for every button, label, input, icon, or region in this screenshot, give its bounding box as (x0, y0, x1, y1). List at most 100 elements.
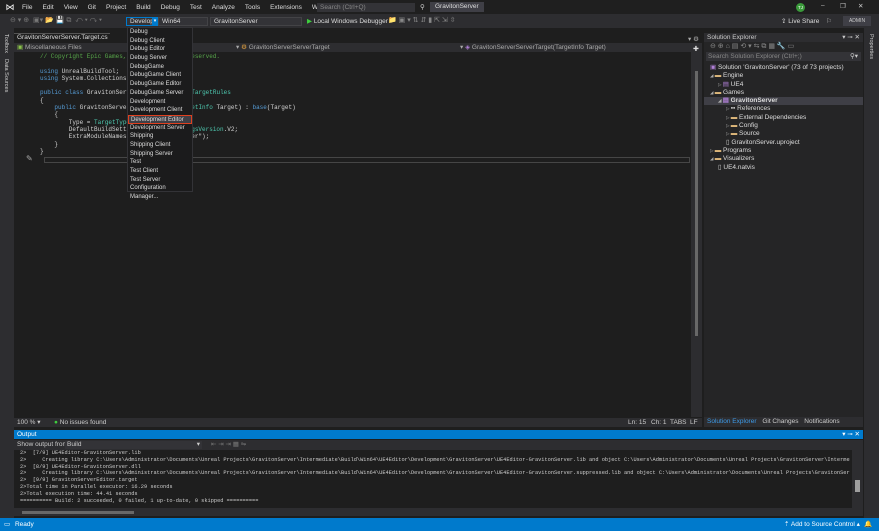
startup-project-dropdown[interactable]: GravitonServer (210, 17, 302, 26)
output-toolbar-icons[interactable]: ⇤ ⇥ ⇥ ▦ ⇋ (211, 440, 246, 450)
tab-solution-explorer[interactable]: Solution Explorer (707, 418, 757, 425)
solution-search-input[interactable]: Search Solution Explorer (Ctrl+;) ⚲▾ (706, 52, 861, 61)
config-option[interactable]: Debug Client (128, 37, 192, 46)
tab-git-changes[interactable]: Git Changes (762, 418, 798, 425)
editor-vertical-scrollbar[interactable]: ✚ (691, 43, 702, 417)
live-share-button[interactable]: ⇪ Live Share (781, 17, 819, 26)
menu-extensions[interactable]: Extensions (265, 4, 307, 11)
config-option[interactable]: DebugGame Client (128, 71, 192, 80)
restore-button[interactable]: ❐ (840, 2, 846, 10)
tree-item[interactable]: ▯ GravitonServer.uproject (704, 139, 863, 147)
toolbar-nav-icons[interactable]: ⊖ ▾ ⊕ ▣▾ 📂 💾 ⧉ ↶ ▾ ↷ ▾ (10, 16, 102, 25)
issues-indicator[interactable]: ● No issues found (54, 418, 106, 427)
tab-label: GravitonServerServer.Target.cs (17, 34, 108, 41)
config-option[interactable]: Debug Server (128, 54, 192, 63)
tab-overflow-icon[interactable]: ▾ ⚙ (688, 35, 699, 43)
solution-explorer-toolbar[interactable]: ⊖ ⊕ ⌂ ▤ ⟲ ▾ ⇆ ⧉ ▦ 🔧 ▭ (704, 42, 863, 52)
tree-item[interactable]: ◢ ▤ GravitonServer (704, 97, 863, 106)
user-avatar[interactable]: TJ (796, 3, 805, 12)
config-option[interactable]: Test Server (128, 176, 192, 185)
project-icon: ▤ (722, 97, 731, 105)
tree-item-label: External Dependencies (739, 113, 807, 121)
tab-notifications[interactable]: Notifications (804, 418, 839, 425)
tree-item[interactable]: ▷ ▬ Programs (704, 147, 863, 155)
platform-dropdown[interactable]: Win64 (158, 17, 208, 26)
tree-item[interactable]: ▷ ▤ UE4 (704, 81, 863, 89)
config-option[interactable]: Development Server (128, 124, 192, 133)
platform-value: Win64 (162, 18, 181, 25)
menu-build[interactable]: Build (131, 4, 155, 11)
line-ending-indicator[interactable]: LF (690, 418, 698, 427)
menu-debug[interactable]: Debug (156, 4, 185, 11)
config-option[interactable]: Test (128, 158, 192, 167)
properties-tab[interactable]: Properties (868, 34, 874, 59)
config-option[interactable]: Debug (128, 28, 192, 37)
zoom-level: 100 % (17, 419, 36, 426)
output-text[interactable]: 2> [7/9] UE4Editor-GravitonServer.lib 2> … (14, 450, 852, 508)
output-source-dropdown[interactable]: Build ▾ (65, 441, 202, 449)
config-option[interactable]: Debug Editor (128, 45, 192, 54)
scrollbar-thumb[interactable] (695, 71, 698, 336)
tree-item[interactable]: ▷ ▬ Config (704, 122, 863, 130)
nav-member-label: GravitonServerServerTarget(TargetInfo Ta… (471, 44, 606, 51)
output-panel-controls[interactable]: ▾ ⊸ ✕ (842, 430, 860, 439)
data-sources-tab[interactable]: Data Sources (3, 59, 9, 92)
close-button[interactable]: ✕ (858, 2, 863, 10)
tree-item[interactable]: ▷ ▬ Source (704, 130, 863, 138)
nav-class-dropdown[interactable]: ▾ ⚙ GravitonServerServerTarget (236, 43, 330, 52)
start-debugging-button[interactable]: ▶ Local Windows Debugger ▾ (307, 17, 393, 26)
admin-badge[interactable]: ADMIN (843, 16, 871, 26)
config-option[interactable]: Configuration Manager... (128, 184, 192, 200)
config-option[interactable]: Development Client (128, 106, 192, 115)
config-option[interactable]: DebugGame Server (128, 89, 192, 98)
notifications-bell-icon[interactable]: 🔔 (864, 518, 872, 531)
search-input[interactable]: Search (Ctrl+Q) (317, 3, 415, 12)
tabs-indicator[interactable]: TABS (670, 418, 687, 427)
live-share-label: Live Share (788, 18, 820, 25)
output-vertical-scrollbar[interactable] (852, 450, 863, 508)
output-line: ========== Build: 2 succeeded, 0 failed,… (20, 497, 259, 504)
config-option[interactable]: Development (128, 98, 192, 107)
column-number: Ch: 1 (651, 419, 667, 426)
menu-edit[interactable]: Edit (37, 4, 58, 11)
minimize-button[interactable]: – (821, 2, 825, 9)
split-icon[interactable]: ✚ (693, 45, 702, 53)
config-option[interactable]: Test Client (128, 167, 192, 176)
add-to-source-control-button[interactable]: ⇡ Add to Source Control ▴ (784, 518, 860, 531)
toolbar-extra-icons[interactable]: 📁 ▣ ▾ ⇅ ⇵ ▮ ⇱ ⇲ ⇳ (388, 16, 456, 24)
menu-tools[interactable]: Tools (240, 4, 265, 11)
menu-file[interactable]: File (17, 4, 37, 11)
tree-item[interactable]: ▷ ▪▪ References (704, 105, 863, 113)
panel-controls[interactable]: ▾ ⊸ ✕ (842, 33, 860, 42)
solution-explorer-header: Solution Explorer ▾ ⊸ ✕ (704, 33, 863, 42)
output-horizontal-scrollbar[interactable] (14, 508, 863, 516)
ready-icon: ▭ (4, 521, 11, 528)
config-option[interactable]: Development Editor (128, 114, 192, 124)
config-option[interactable]: DebugGame Editor (128, 80, 192, 89)
config-option[interactable]: Shipping (128, 132, 192, 141)
tree-item[interactable]: ◢ ▬ Games (704, 89, 863, 97)
tab-target-cs[interactable]: GravitonServerServer.Target.cs ⊸ ✕ (14, 33, 110, 49)
config-option[interactable]: DebugGame (128, 63, 192, 72)
menu-test[interactable]: Test (185, 4, 207, 11)
config-option[interactable]: Shipping Client (128, 141, 192, 150)
tree-item[interactable]: ◢ ▬ Visualizers (704, 155, 863, 163)
feedback-icon[interactable]: ⚐ (826, 17, 832, 25)
tree-item[interactable]: ▣ Solution 'GravitonServer' (73 of 73 pr… (704, 64, 863, 72)
panel-title: Solution Explorer (707, 34, 757, 41)
nav-project-dropdown[interactable]: ▣ Miscellaneous Files (17, 43, 82, 52)
menu-project[interactable]: Project (101, 4, 131, 11)
tree-item[interactable]: ▷ ▬ External Dependencies (704, 114, 863, 122)
tree-item[interactable]: ◢ ▬ Engine (704, 72, 863, 80)
panel-tabs: Solution Explorer Git Changes Notificati… (704, 417, 863, 427)
menu-analyze[interactable]: Analyze (207, 4, 240, 11)
zoom-dropdown[interactable]: 100 % ▾ (17, 418, 41, 427)
menu-view[interactable]: View (59, 4, 83, 11)
menu-git[interactable]: Git (83, 4, 101, 11)
nav-member-dropdown[interactable]: ▾ ◈ GravitonServerServerTarget(TargetInf… (460, 43, 606, 52)
toolbox-tab[interactable]: Toolbox (3, 34, 9, 53)
tree-item[interactable]: ▯ UE4.natvis (704, 164, 863, 172)
output-line: 2>Total execution time: 44.41 seconds (20, 490, 138, 497)
folder-icon: ▬ (714, 72, 724, 80)
config-option[interactable]: Shipping Server (128, 150, 192, 159)
